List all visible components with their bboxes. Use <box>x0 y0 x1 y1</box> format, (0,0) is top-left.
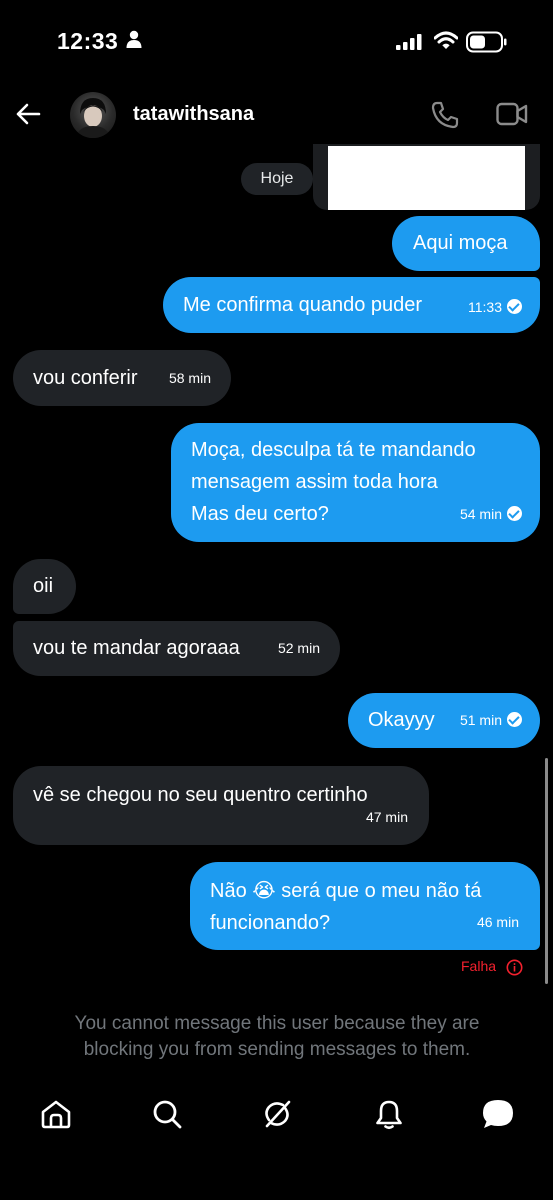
avatar[interactable] <box>70 92 116 138</box>
incoming-message[interactable]: vou conferir 58 min <box>13 350 231 406</box>
outgoing-message[interactable]: Okayyy 51 min <box>348 693 540 748</box>
message-time: 51 min <box>459 712 502 728</box>
incoming-message[interactable]: oii <box>13 559 76 614</box>
message-text: vê se chegou no seu quentro certinho <box>33 784 368 806</box>
message-text: vou te mandar agoraaa <box>33 637 240 659</box>
status-time: 12:33 <box>57 28 119 54</box>
message-text: Me confirma quando puder <box>183 294 423 316</box>
message-time: 52 min <box>277 640 320 656</box>
wifi-icon <box>434 31 458 49</box>
search-icon[interactable] <box>151 1098 183 1130</box>
message-time: 54 min <box>459 506 502 522</box>
read-check-icon <box>507 712 522 727</box>
message-text: Aqui moça <box>413 232 508 254</box>
message-time: 46 min <box>476 914 519 930</box>
battery-icon <box>466 31 507 53</box>
message-text-line: mensagem assim toda hora <box>191 471 438 493</box>
outgoing-message[interactable]: Moça, desculpa tá te mandando mensagem a… <box>171 423 540 542</box>
outgoing-message[interactable]: Aqui moça <box>392 216 540 271</box>
message-text: vou conferir <box>33 367 138 389</box>
message-text: oii <box>33 575 54 597</box>
notifications-icon[interactable] <box>373 1098 405 1130</box>
messages-icon[interactable] <box>481 1098 515 1130</box>
message-text: Okayyy <box>368 709 435 731</box>
person-icon <box>126 30 142 48</box>
message-time: 47 min <box>365 809 408 825</box>
message-text-line: Moça, desculpa tá te mandando <box>191 439 476 461</box>
crying-face-emoji: 😭 <box>252 878 276 902</box>
back-arrow-icon[interactable] <box>14 100 42 128</box>
incoming-message[interactable]: vou te mandar agoraaa 52 min <box>13 621 340 676</box>
outgoing-message[interactable]: Não 😭 será que o meu não tá funcionando?… <box>190 862 540 950</box>
message-time: 11:33 <box>468 299 502 315</box>
avatar-portrait <box>76 98 110 138</box>
read-check-icon <box>507 299 522 314</box>
message-text-line: Não 😭 será que o meu não tá <box>210 874 540 907</box>
send-failed-label[interactable]: Falha <box>461 958 496 974</box>
phone-icon[interactable] <box>430 100 460 130</box>
error-info-icon[interactable] <box>506 959 523 976</box>
incoming-message[interactable]: vê se chegou no seu quentro certinho 47 … <box>13 766 429 845</box>
media-image[interactable] <box>328 146 525 210</box>
video-icon[interactable] <box>496 101 528 127</box>
message-text: Não <box>210 880 247 902</box>
blocked-notice: You cannot message this user because the… <box>74 1013 480 1060</box>
cellular-signal-icon <box>396 34 422 50</box>
home-icon[interactable] <box>40 1098 72 1130</box>
message-text: será que o meu não tá <box>281 880 482 902</box>
date-separator: Hoje <box>241 163 313 195</box>
grok-icon[interactable] <box>261 1098 293 1130</box>
read-check-icon <box>507 506 522 521</box>
message-time: 58 min <box>168 370 211 386</box>
outgoing-message[interactable]: Me confirma quando puder 11:33 <box>163 277 540 333</box>
conversation-username[interactable]: tatawithsana <box>133 103 254 126</box>
scrollbar[interactable] <box>545 758 548 984</box>
